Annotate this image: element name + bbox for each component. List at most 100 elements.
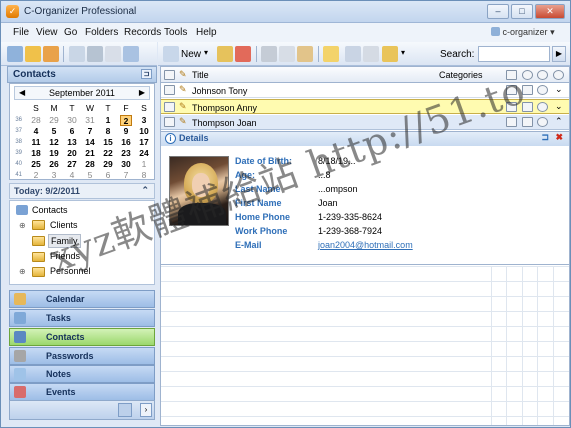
calendar-day[interactable]: 4 xyxy=(66,170,78,181)
nav-tasks[interactable]: Tasks xyxy=(9,309,155,327)
chevron-right-icon[interactable]: › xyxy=(140,403,152,417)
menu-records[interactable]: Records xyxy=(124,27,161,38)
weekday-header: T xyxy=(105,103,111,113)
calendar-day[interactable]: 20 xyxy=(66,148,78,159)
chevron-down-icon[interactable]: ▾ xyxy=(401,48,405,57)
calendar-day[interactable]: 2 xyxy=(30,170,42,181)
calendar-day[interactable]: 1 xyxy=(102,115,114,126)
calendar-day[interactable]: 30 xyxy=(66,115,78,126)
calendar-day[interactable]: 29 xyxy=(48,115,60,126)
configure-nav-icon[interactable] xyxy=(118,403,132,417)
copy-icon[interactable] xyxy=(279,46,295,62)
calendar-day[interactable]: 3 xyxy=(48,170,60,181)
pin-icon[interactable]: ⊐ xyxy=(541,132,549,143)
calendar-day[interactable]: 29 xyxy=(102,159,114,170)
calendar-day[interactable]: 16 xyxy=(120,137,132,148)
calendar-day[interactable]: 10 xyxy=(138,126,150,137)
calendar-day[interactable]: 3 xyxy=(138,115,150,126)
value-email[interactable]: joan2004@hotmail.com xyxy=(318,240,413,250)
calendar-day[interactable]: 22 xyxy=(102,148,114,159)
next-month-button[interactable]: ▶ xyxy=(139,87,145,99)
chevron-down-icon[interactable]: ▾ xyxy=(204,48,208,57)
calendar-day[interactable]: 8 xyxy=(138,170,150,181)
grid-line xyxy=(161,341,569,342)
calendar-day[interactable]: 24 xyxy=(138,148,150,159)
cut-icon[interactable] xyxy=(261,46,277,62)
menu-tools[interactable]: Tools xyxy=(164,27,187,38)
grid-line xyxy=(161,296,569,297)
calendar-day[interactable]: 5 xyxy=(84,170,96,181)
calendar-day[interactable]: 21 xyxy=(84,148,96,159)
category-icon[interactable] xyxy=(382,46,398,62)
paste-icon[interactable] xyxy=(297,46,313,62)
menu-file[interactable]: File xyxy=(13,27,29,38)
close-details-icon[interactable]: ✖ xyxy=(555,132,563,143)
contact-type-icon: ✎ xyxy=(179,84,187,94)
calendar-day[interactable]: 2 xyxy=(120,115,132,126)
prev-month-button[interactable]: ◀ xyxy=(19,87,25,99)
new-button[interactable]: New xyxy=(181,49,201,60)
folder-icon[interactable] xyxy=(25,46,41,62)
minimize-button[interactable]: – xyxy=(487,4,509,19)
calendar-day[interactable]: 12 xyxy=(48,137,60,148)
calendar-day[interactable]: 4 xyxy=(30,126,42,137)
delete-record-icon[interactable] xyxy=(235,46,251,62)
calendar-day[interactable]: 15 xyxy=(102,137,114,148)
tree-root-contacts[interactable]: Contacts xyxy=(32,205,68,215)
add-folder-icon[interactable] xyxy=(7,46,23,62)
calendar-day[interactable]: 11 xyxy=(30,137,42,148)
collapse-row-icon[interactable]: ⌃ xyxy=(555,116,563,127)
edit-icon[interactable] xyxy=(217,46,233,62)
calendar-day[interactable]: 25 xyxy=(30,159,42,170)
calendar-day[interactable]: 23 xyxy=(120,148,132,159)
calendar-day[interactable]: 9 xyxy=(120,126,132,137)
print-icon[interactable] xyxy=(87,46,103,62)
column-title[interactable]: Title xyxy=(192,70,209,80)
calendar-day[interactable]: 1 xyxy=(138,159,150,170)
menu-go[interactable]: Go xyxy=(64,27,77,38)
menu-view[interactable]: View xyxy=(36,27,58,38)
calendar-day[interactable]: 28 xyxy=(84,159,96,170)
expand-icon[interactable]: ⊕ xyxy=(19,221,26,230)
calendar-day[interactable]: 8 xyxy=(102,126,114,137)
nav-contacts[interactable]: Contacts xyxy=(9,328,155,346)
calendar-day[interactable]: 18 xyxy=(30,148,42,159)
calendar-day[interactable]: 7 xyxy=(120,170,132,181)
note-icon[interactable] xyxy=(323,46,339,62)
database-selector[interactable]: c-organizer ▾ xyxy=(491,25,565,40)
expand-row-icon[interactable]: ⌄ xyxy=(555,101,563,112)
card-icon[interactable] xyxy=(522,117,533,127)
expand-icon[interactable]: ⊕ xyxy=(19,267,26,276)
calendar-day[interactable]: 17 xyxy=(138,137,150,148)
calendar-day[interactable]: 6 xyxy=(102,170,114,181)
calendar-day[interactable]: 5 xyxy=(48,126,60,137)
calendar-day[interactable]: 28 xyxy=(30,115,42,126)
new-record-icon[interactable] xyxy=(163,46,179,62)
close-button[interactable]: ✕ xyxy=(535,4,565,19)
nav-events[interactable]: Events xyxy=(9,383,155,401)
calendar-day[interactable]: 31 xyxy=(84,115,96,126)
calendar-day[interactable]: 27 xyxy=(66,159,78,170)
properties-icon[interactable] xyxy=(345,46,361,62)
calendar-day[interactable]: 26 xyxy=(48,159,60,170)
nav-calendar[interactable]: Calendar xyxy=(9,290,155,308)
nav-passwords[interactable]: Passwords xyxy=(9,347,155,365)
contact-type-icon: ✎ xyxy=(179,116,187,126)
calendar-day[interactable]: 7 xyxy=(84,126,96,137)
menu-help[interactable]: Help xyxy=(196,27,217,38)
calendar-day[interactable]: 14 xyxy=(84,137,96,148)
delete-folder-icon[interactable] xyxy=(43,46,59,62)
nav-notes[interactable]: Notes xyxy=(9,365,155,383)
calendar-day[interactable]: 13 xyxy=(66,137,78,148)
web-icon[interactable] xyxy=(537,117,548,127)
menu-folders[interactable]: Folders xyxy=(85,27,118,38)
calendar-day[interactable]: 6 xyxy=(66,126,78,137)
pin-icon[interactable]: ⊐ xyxy=(141,69,152,79)
view-icon[interactable] xyxy=(123,46,139,62)
calendar-day[interactable]: 30 xyxy=(120,159,132,170)
maximize-button[interactable]: □ xyxy=(511,4,533,19)
attach-icon[interactable] xyxy=(363,46,379,62)
calendar-day[interactable]: 19 xyxy=(48,148,60,159)
preview-icon[interactable] xyxy=(105,46,121,62)
find-icon[interactable] xyxy=(69,46,85,62)
